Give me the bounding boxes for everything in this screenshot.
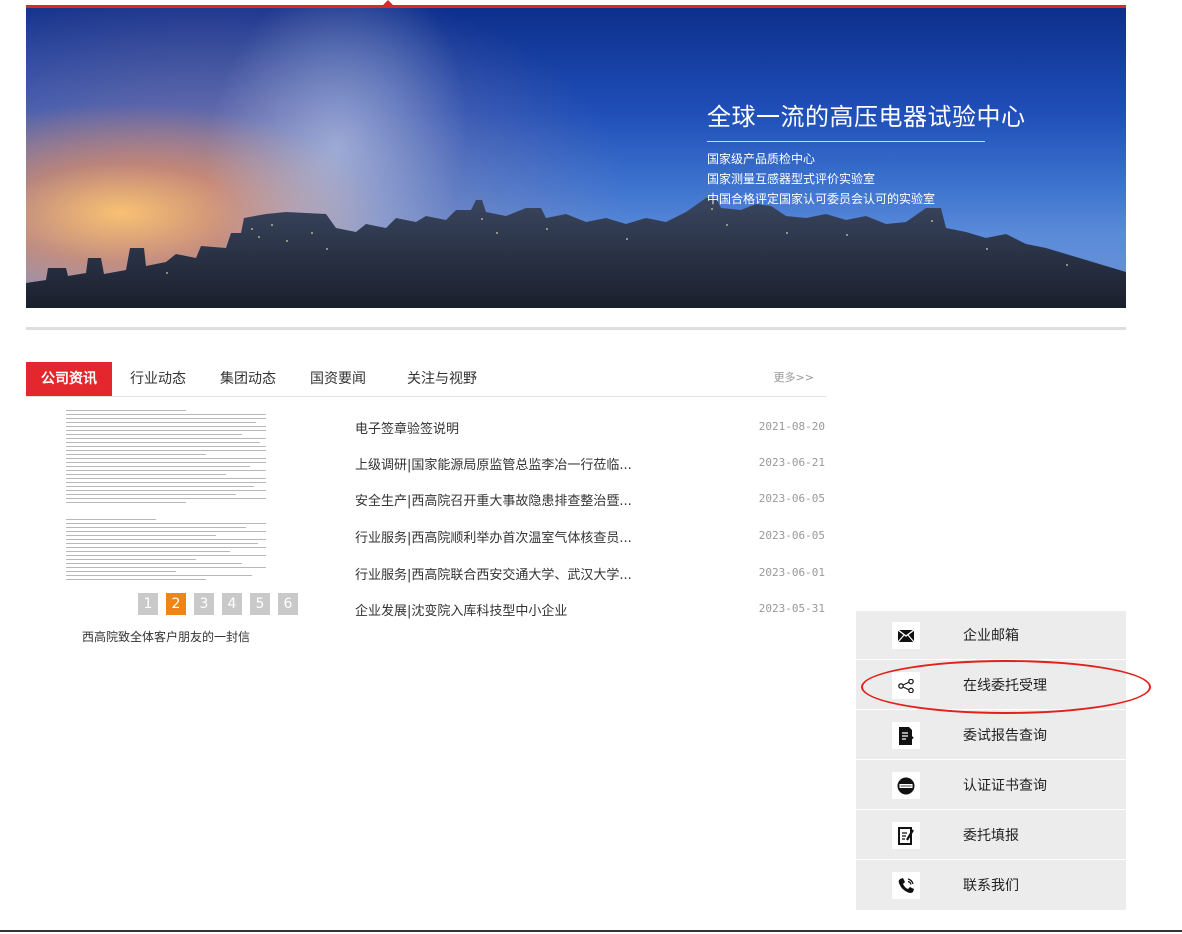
pager-page-2[interactable]: 2 (166, 593, 186, 615)
banner-title: 全球一流的高压电器试验中心 (707, 103, 1026, 131)
section-divider (26, 327, 1126, 330)
quick-link-label: 在线委托受理 (963, 678, 1047, 694)
quick-link-label: 联系我们 (963, 878, 1019, 894)
banner-subtitle-line: 国家级产品质检中心 (707, 152, 816, 166)
banner-divider (707, 141, 985, 142)
news-list-item[interactable]: 上级调研|国家能源局原监管总监李冶一行莅临... 2023-06-21 (355, 454, 825, 474)
banner-subtitle-line: 中国合格评定国家认可委员会认可的实验室 (707, 192, 936, 206)
share-icon (892, 672, 920, 699)
quick-links-panel: 企业邮箱 在线委托受理 委试报告查询 认证证书查询 委托填报 联系我们 (856, 611, 1126, 910)
news-date: 2023-06-05 (758, 529, 825, 542)
quick-link-commission-form[interactable]: 委托填报 (856, 811, 1126, 860)
pager-page-3[interactable]: 3 (194, 593, 214, 615)
featured-slide-image[interactable] (66, 406, 266, 616)
tab-industry-news[interactable]: 行业动态 (130, 362, 186, 396)
quick-link-contact-us[interactable]: 联系我们 (856, 861, 1126, 910)
report-icon (892, 722, 920, 749)
form-edit-icon (892, 822, 920, 849)
news-list-item[interactable]: 行业服务|西高院联合西安交通大学、武汉大学... 2023-06-01 (355, 564, 825, 584)
tab-sasac-news[interactable]: 国资要闻 (310, 362, 366, 396)
news-title: 电子签章验签说明 (355, 422, 460, 437)
quick-link-label: 企业邮箱 (963, 628, 1019, 644)
quick-link-label: 委托填报 (963, 828, 1019, 844)
news-title: 行业服务|西高院顺利举办首次温室气体核查员... (355, 531, 632, 546)
news-date: 2023-05-31 (758, 602, 825, 615)
quick-link-enterprise-mail[interactable]: 企业邮箱 (856, 611, 1126, 660)
pager-page-1[interactable]: 1 (138, 593, 158, 615)
news-list-item[interactable]: 安全生产|西高院召开重大事故隐患排查整治暨... 2023-06-05 (355, 490, 825, 510)
news-title: 上级调研|国家能源局原监管总监李冶一行莅临... (355, 458, 632, 473)
quick-link-label: 委试报告查询 (963, 728, 1047, 744)
city-skyline (26, 198, 1126, 308)
tab-company-news[interactable]: 公司资讯 (26, 362, 112, 396)
more-link[interactable]: 更多>> (774, 362, 814, 394)
news-tab-bar: 公司资讯 行业动态 集团动态 国资要闻 关注与视野 更多>> (26, 362, 826, 397)
certificate-icon (892, 772, 920, 799)
quick-link-report-query[interactable]: 委试报告查询 (856, 711, 1126, 760)
news-date: 2023-06-21 (758, 456, 825, 469)
news-date: 2023-06-05 (758, 492, 825, 505)
news-title: 企业发展|沈变院入库科技型中小企业 (355, 604, 568, 619)
nav-indicator-notch (382, 0, 394, 6)
footer-rule (0, 930, 1182, 932)
featured-caption[interactable]: 西高院致全体客户朋友的一封信 (82, 628, 250, 645)
news-title: 行业服务|西高院联合西安交通大学、武汉大学... (355, 568, 632, 583)
news-list-item[interactable]: 企业发展|沈变院入库科技型中小企业 2023-05-31 (355, 600, 825, 620)
quick-link-online-commission[interactable]: 在线委托受理 (856, 661, 1126, 710)
tab-focus-vision[interactable]: 关注与视野 (407, 362, 477, 396)
news-date: 2023-06-01 (758, 566, 825, 579)
news-list-item[interactable]: 电子签章验签说明 2021-08-20 (355, 418, 825, 438)
pager-page-5[interactable]: 5 (250, 593, 270, 615)
mail-icon (892, 622, 920, 649)
quick-link-certificate-query[interactable]: 认证证书查询 (856, 761, 1126, 810)
news-date: 2021-08-20 (758, 420, 825, 433)
pager-page-4[interactable]: 4 (222, 593, 242, 615)
banner-subtitle-line: 国家测量互感器型式评价实验室 (707, 172, 876, 186)
news-list-item[interactable]: 行业服务|西高院顺利举办首次温室气体核查员... 2023-06-05 (355, 527, 825, 547)
phone-icon (892, 872, 920, 899)
news-title: 安全生产|西高院召开重大事故隐患排查整治暨... (355, 494, 632, 509)
tab-group-news[interactable]: 集团动态 (220, 362, 276, 396)
hero-banner: 全球一流的高压电器试验中心 国家级产品质检中心 国家测量互感器型式评价实验室 中… (26, 8, 1126, 308)
pager-page-6[interactable]: 6 (278, 593, 298, 615)
document-thumbnail (66, 410, 266, 583)
quick-link-label: 认证证书查询 (963, 778, 1047, 794)
